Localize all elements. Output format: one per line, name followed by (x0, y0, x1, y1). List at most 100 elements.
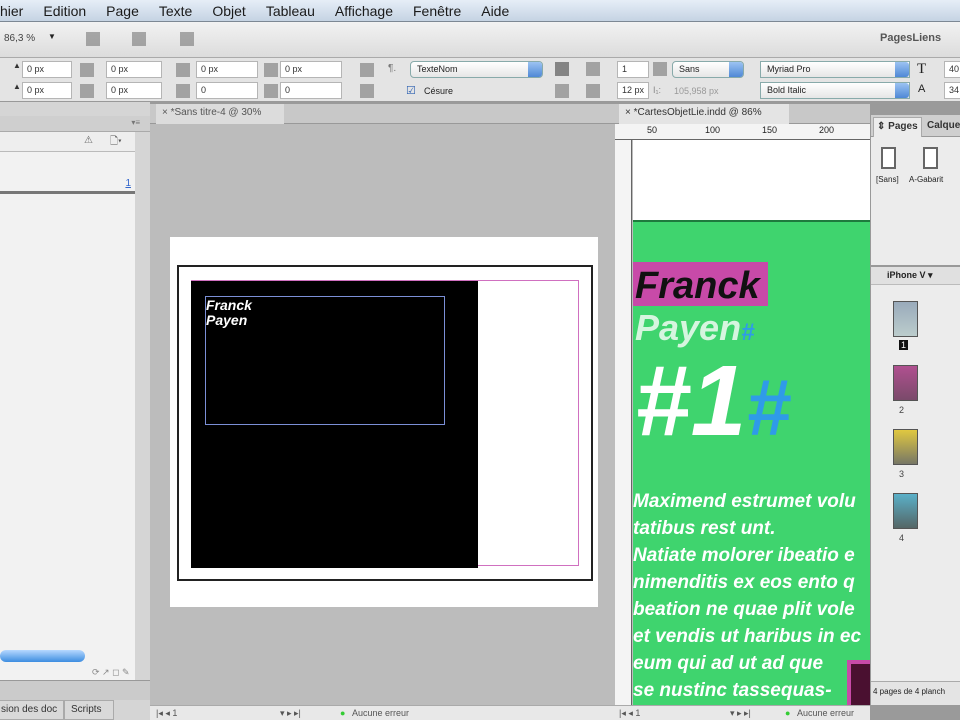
first-line-indent-field[interactable]: 0 px (22, 82, 72, 99)
space-after-field[interactable]: 0 px (280, 61, 342, 78)
control-panel: ▲▼ 0 px ▲▼ 0 px 0 px 0 px 0 px 0 0 px 0 … (0, 58, 960, 102)
tab-scripts[interactable]: Scripts (64, 700, 114, 720)
page-nav[interactable]: |◂ ◂ 1 (156, 706, 177, 720)
links-list: 1 ⟳ ↗ ◻ ✎ (0, 152, 135, 692)
card-number: #1# (635, 346, 791, 463)
gutter-field[interactable]: 12 px (617, 82, 649, 99)
ruler-label: 100 (705, 125, 721, 135)
select-arrows-icon (528, 62, 542, 77)
document-tab-label: *CartesObjetLie.indd @ 86% (633, 107, 762, 118)
span-icon (653, 62, 667, 76)
font-style-value: Bold Italic (767, 85, 807, 95)
page-thumb-4[interactable] (893, 493, 918, 529)
page-top (633, 140, 870, 220)
left-indent-field[interactable]: 0 px (22, 61, 72, 78)
document-window-1: × *Sans titre-4 @ 30% Franck Payen |◂ ◂ … (150, 104, 615, 720)
paragraph-style-select[interactable]: TexteNom (410, 61, 543, 78)
linked-object[interactable] (847, 660, 870, 705)
menu-fenetre[interactable]: Fenêtre (413, 3, 461, 19)
master-a-label: A-Gabarit (909, 175, 944, 184)
font-size-icon: T (917, 61, 927, 77)
preflight-status[interactable]: Aucune erreur (797, 706, 854, 720)
text-frame[interactable]: Franck Payen (205, 296, 445, 425)
align-grid-icon-2[interactable] (360, 84, 374, 98)
pages-footer: 4 pages de 4 planch (871, 681, 960, 705)
page-icon[interactable]: 🗋▾ (110, 134, 122, 151)
document-tab[interactable]: × *CartesObjetLie.indd @ 86% (619, 104, 789, 124)
link-page-number[interactable]: 1 (125, 178, 131, 189)
panel-header: ▾≡ (0, 116, 150, 132)
menu-fichier[interactable]: hier (0, 3, 23, 19)
align-grid-icon[interactable] (360, 63, 374, 77)
close-icon[interactable]: × (625, 107, 634, 118)
green-card[interactable]: Franck Payen# #1# Maximend estrumet volu… (633, 220, 870, 705)
tab-separation[interactable]: sion des doc (0, 700, 64, 720)
tab-bar: × *Sans titre-4 @ 30% (150, 104, 615, 124)
width-readout: 105,958 px (674, 86, 719, 96)
master-a-thumb[interactable] (923, 147, 938, 169)
leading-field[interactable]: 34 (944, 82, 960, 99)
last-line-indent-field[interactable]: 0 px (106, 82, 162, 99)
menu-page[interactable]: Page (106, 3, 139, 19)
page-nav-next[interactable]: ▾ ▸ ▸| (730, 706, 751, 720)
master-none-thumb[interactable] (881, 147, 896, 169)
drop-cap-chars-field[interactable]: 0 (280, 82, 342, 99)
page-thumb-2[interactable] (893, 365, 918, 401)
link-action-icons[interactable]: ⟳ ↗ ◻ ✎ (92, 667, 130, 678)
stepper[interactable]: ▲▼ (13, 83, 29, 98)
document-tab[interactable]: × *Sans titre-4 @ 30% (156, 104, 284, 124)
page-label-2: 2 (899, 405, 905, 415)
drop-cap-lines-field[interactable]: 0 (196, 82, 258, 99)
stepper[interactable]: ▲▼ (13, 62, 29, 77)
column-layout-icon[interactable] (555, 84, 569, 98)
vertical-ruler[interactable] (615, 140, 632, 705)
arrange-documents-icon[interactable] (180, 32, 194, 46)
hash-mark: # (741, 319, 755, 346)
tab-bar: × *CartesObjetLie.indd @ 86% (615, 104, 870, 124)
tab-pages[interactable]: ⇕ Pages (873, 117, 922, 137)
tab-calques[interactable]: Calque (923, 117, 960, 137)
checkbox-checked-icon[interactable]: ☑ (406, 84, 416, 97)
name-payen-text: Payen (635, 307, 742, 348)
page-nav-next[interactable]: ▾ ▸ ▸| (280, 706, 301, 720)
panel-header-2 (0, 680, 150, 700)
body-line: tatibus rest unt. (633, 518, 776, 539)
body-line: et vendis ut haribus in ec (633, 626, 862, 647)
page-number: 1 (172, 708, 178, 718)
close-icon[interactable]: × (162, 107, 171, 118)
zoom-dropdown-icon[interactable]: ▼ (48, 32, 56, 41)
page-size-select[interactable]: iPhone V ▾ (887, 270, 933, 281)
preflight-status[interactable]: Aucune erreur (352, 706, 409, 720)
width-icon: I₁: (653, 85, 662, 95)
page-thumb-1[interactable] (893, 301, 918, 337)
space-before-field[interactable]: 0 px (196, 61, 258, 78)
font-style-select[interactable]: Bold Italic (760, 82, 910, 99)
menu-tableau[interactable]: Tableau (266, 3, 315, 19)
font-family-select[interactable]: Myriad Pro (760, 61, 910, 78)
span-select[interactable]: Sans (672, 61, 744, 78)
columns-field[interactable]: 1 (617, 61, 649, 78)
font-size-field[interactable]: 40 (944, 61, 960, 78)
horizontal-ruler[interactable]: 50 100 150 200 (615, 124, 870, 140)
page-nav[interactable]: |◂ ◂ 1 (619, 706, 640, 720)
menu-aide[interactable]: Aide (481, 3, 509, 19)
menu-texte[interactable]: Texte (159, 3, 192, 19)
drop-cap-chars-icon (264, 84, 278, 98)
menu-edition[interactable]: Edition (43, 3, 86, 19)
paragraph-style-value: TexteNom (417, 64, 458, 74)
menu-objet[interactable]: Objet (212, 3, 245, 19)
document-window-2: × *CartesObjetLie.indd @ 86% 50 100 150 … (615, 104, 870, 720)
font-family-value: Myriad Pro (767, 64, 811, 74)
link-row[interactable]: 1 (0, 174, 135, 194)
span-columns-icon[interactable] (555, 62, 569, 76)
preflight-ok-icon: ● (340, 708, 346, 718)
workspace-switcher[interactable]: PagesLiens (880, 32, 941, 44)
screen-mode-icon[interactable] (132, 32, 146, 46)
space-after-icon (264, 63, 278, 77)
panel-menu-icon[interactable]: ▾≡ (131, 118, 140, 127)
right-indent-field[interactable]: 0 px (106, 61, 162, 78)
zoom-level[interactable]: 86,3 % (4, 33, 35, 44)
page-thumb-3[interactable] (893, 429, 918, 465)
menu-affichage[interactable]: Affichage (335, 3, 393, 19)
view-options-icon[interactable] (86, 32, 100, 46)
